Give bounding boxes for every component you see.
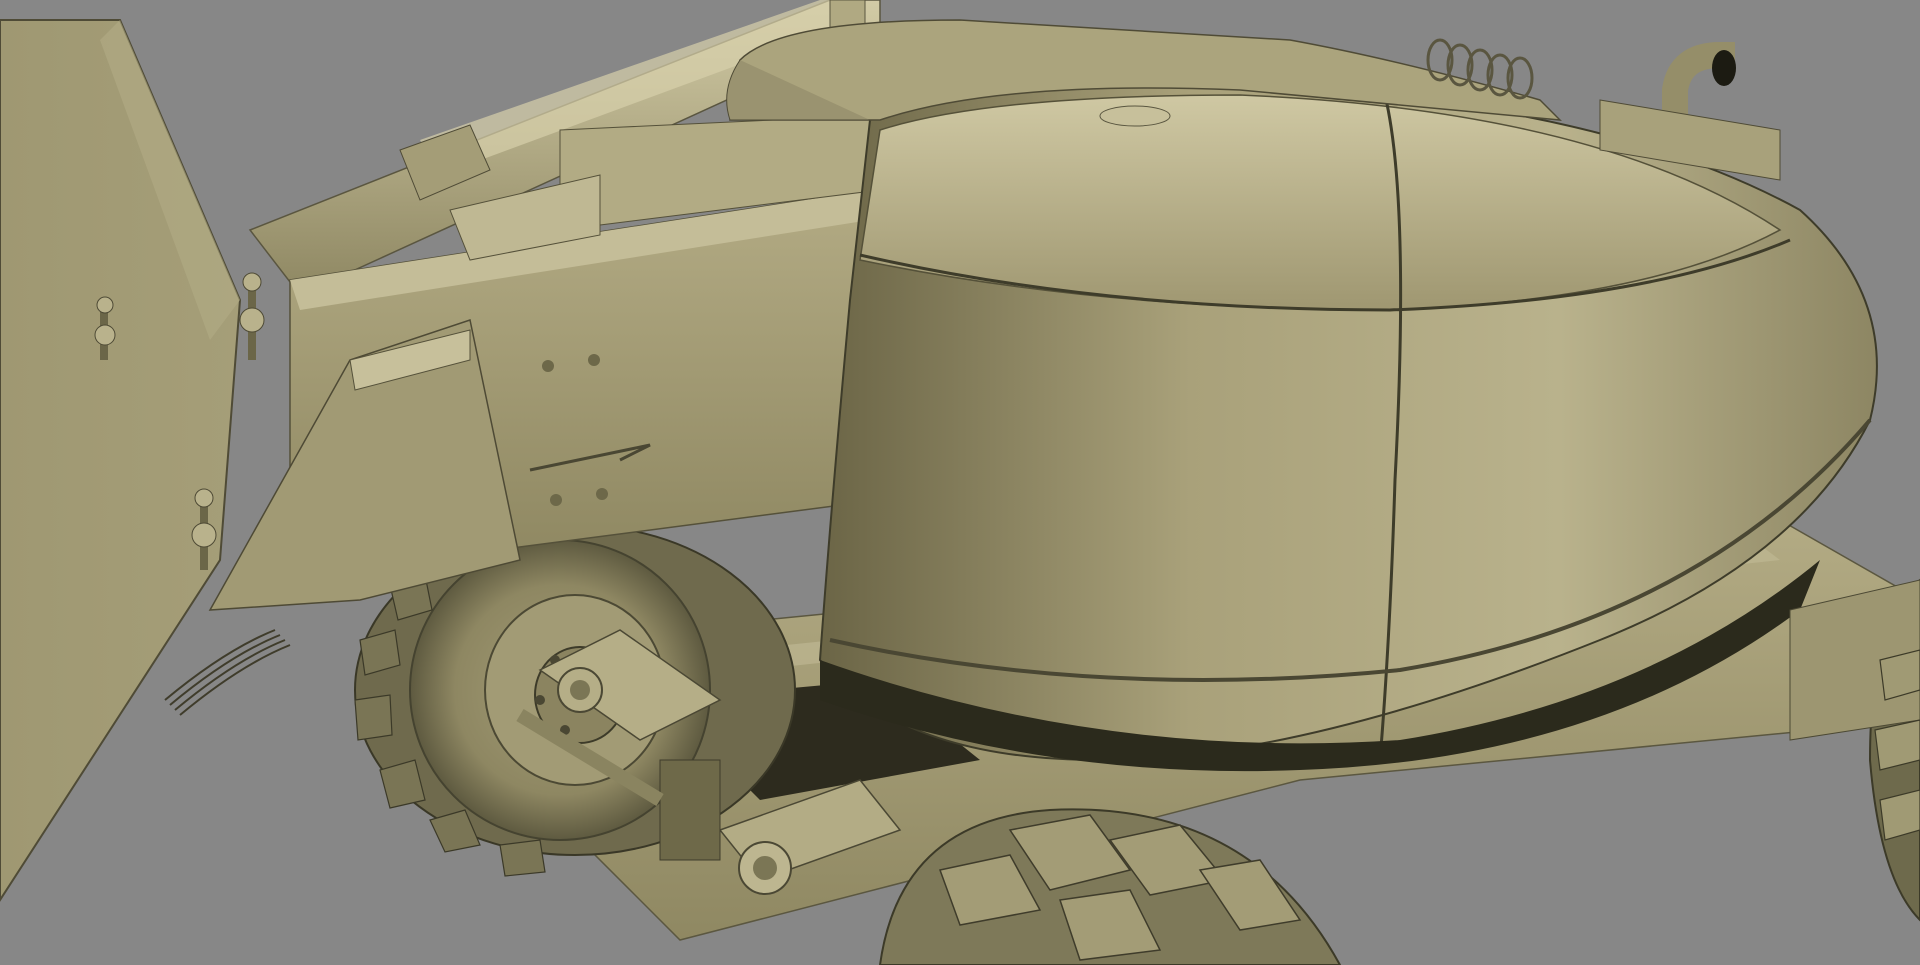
right-wheel bbox=[1789, 578, 1920, 922]
bucket-attachment bbox=[0, 19, 291, 902]
3d-viewport[interactable] bbox=[0, 0, 1920, 965]
rendered-model bbox=[0, 0, 1920, 965]
